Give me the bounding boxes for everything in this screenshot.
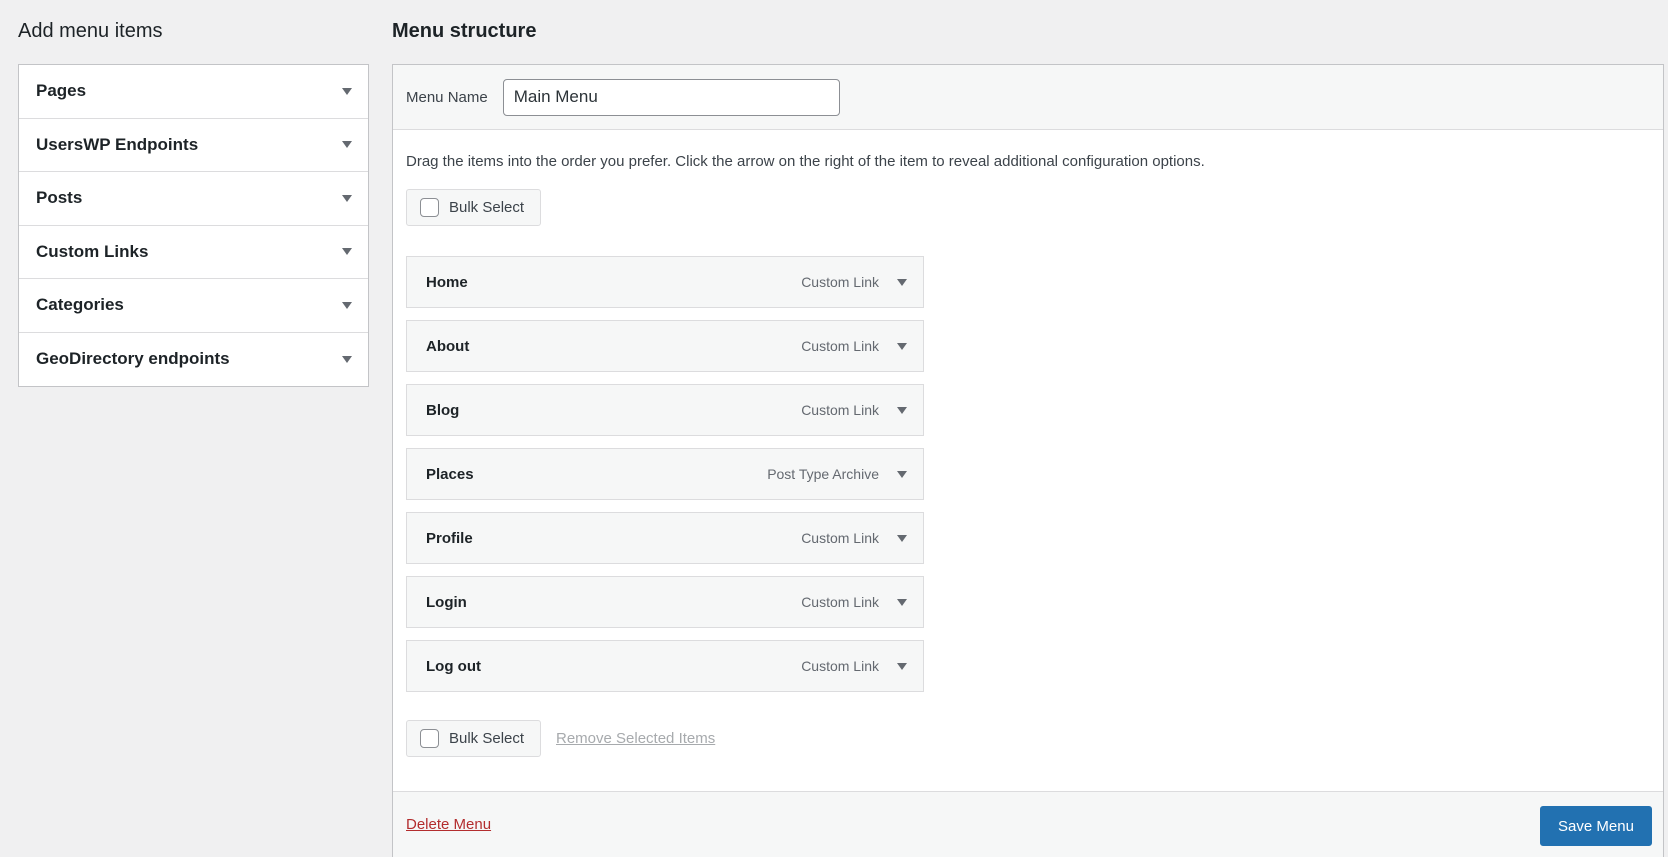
triangle-down-icon	[342, 194, 352, 202]
menu-item-controls: Custom Link	[801, 274, 907, 290]
delete-menu-link[interactable]: Delete Menu	[406, 816, 491, 833]
menu-footer: Delete Menu Save Menu	[393, 791, 1663, 857]
bulk-select-button-bottom[interactable]: Bulk Select	[406, 720, 541, 757]
menu-item-controls: Custom Link	[801, 658, 907, 674]
panel-label: Posts	[36, 188, 83, 208]
triangle-down-icon[interactable]	[897, 342, 907, 350]
menu-item-controls: Custom Link	[801, 338, 907, 354]
menu-item-type: Custom Link	[801, 530, 879, 546]
menu-name-input[interactable]	[502, 78, 840, 116]
menu-item-title: Places	[426, 465, 474, 483]
panel-label: GeoDirectory endpoints	[36, 349, 230, 369]
bulk-select-label: Bulk Select	[449, 730, 525, 747]
page: Add menu items Pages UsersWP Endpoints P…	[0, 0, 1668, 857]
triangle-down-icon	[342, 248, 352, 256]
menu-item-controls: Post Type Archive	[767, 466, 907, 482]
bulk-select-checkbox[interactable]	[420, 198, 439, 217]
triangle-down-icon[interactable]	[897, 278, 907, 286]
menu-item-profile[interactable]: Profile Custom Link	[406, 512, 924, 564]
triangle-down-icon[interactable]	[897, 470, 907, 478]
menu-items-list: Home Custom Link About Custom Link Blog …	[406, 256, 924, 704]
triangle-down-icon[interactable]	[897, 662, 907, 670]
add-menu-items-accordion: Pages UsersWP Endpoints Posts Custom Lin…	[18, 64, 369, 387]
triangle-down-icon[interactable]	[897, 598, 907, 606]
menu-item-log-out[interactable]: Log out Custom Link	[406, 640, 924, 692]
panel-pages[interactable]: Pages	[19, 65, 368, 119]
menu-item-title: Log out	[426, 657, 481, 675]
drag-instructions: Drag the items into the order you prefer…	[406, 153, 1205, 170]
menu-item-home[interactable]: Home Custom Link	[406, 256, 924, 308]
menu-name-header: Menu Name	[393, 65, 1663, 130]
menu-item-type: Post Type Archive	[767, 466, 879, 482]
triangle-down-icon	[342, 87, 352, 95]
menu-item-type: Custom Link	[801, 274, 879, 290]
bulk-select-button-top[interactable]: Bulk Select	[406, 189, 541, 226]
menu-structure-title: Menu structure	[392, 20, 537, 42]
remove-selected-items-link[interactable]: Remove Selected Items	[556, 730, 715, 747]
panel-userswp-endpoints[interactable]: UsersWP Endpoints	[19, 119, 368, 172]
bulk-select-label: Bulk Select	[449, 199, 525, 216]
panel-categories[interactable]: Categories	[19, 279, 368, 333]
triangle-down-icon[interactable]	[897, 534, 907, 542]
menu-name-label: Menu Name	[406, 88, 488, 106]
menu-item-controls: Custom Link	[801, 402, 907, 418]
add-menu-items-title: Add menu items	[18, 20, 163, 42]
menu-item-type: Custom Link	[801, 658, 879, 674]
menu-item-login[interactable]: Login Custom Link	[406, 576, 924, 628]
triangle-down-icon	[342, 355, 352, 363]
triangle-down-icon	[342, 141, 352, 149]
menu-item-type: Custom Link	[801, 402, 879, 418]
panel-label: UsersWP Endpoints	[36, 134, 199, 154]
menu-item-type: Custom Link	[801, 594, 879, 610]
menu-item-about[interactable]: About Custom Link	[406, 320, 924, 372]
panel-custom-links[interactable]: Custom Links	[19, 226, 368, 279]
bulk-select-checkbox[interactable]	[420, 729, 439, 748]
panel-posts[interactable]: Posts	[19, 172, 368, 226]
menu-item-places[interactable]: Places Post Type Archive	[406, 448, 924, 500]
menu-item-controls: Custom Link	[801, 594, 907, 610]
panel-geodirectory-endpoints[interactable]: GeoDirectory endpoints	[19, 333, 368, 387]
panel-label: Custom Links	[36, 241, 149, 261]
menu-item-title: Login	[426, 593, 467, 611]
triangle-down-icon	[342, 301, 352, 309]
menu-item-title: Home	[426, 273, 468, 291]
panel-label: Categories	[36, 295, 124, 315]
triangle-down-icon[interactable]	[897, 406, 907, 414]
menu-item-type: Custom Link	[801, 338, 879, 354]
menu-item-title: About	[426, 337, 470, 355]
panel-label: Pages	[36, 81, 87, 101]
menu-structure-box: Menu Name Drag the items into the order …	[392, 64, 1664, 857]
menu-item-blog[interactable]: Blog Custom Link	[406, 384, 924, 436]
menu-item-title: Blog	[426, 401, 460, 419]
menu-item-controls: Custom Link	[801, 530, 907, 546]
menu-item-title: Profile	[426, 529, 473, 547]
save-menu-button[interactable]: Save Menu	[1540, 806, 1652, 846]
